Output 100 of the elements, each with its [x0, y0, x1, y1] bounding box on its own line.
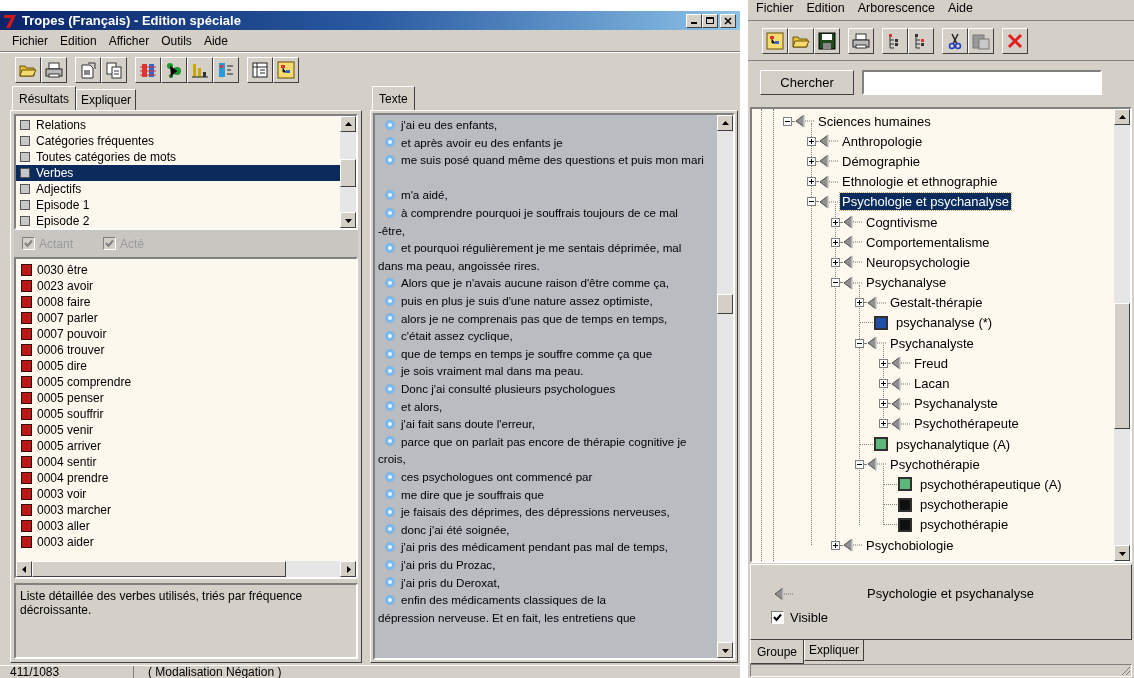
scroll-thumb[interactable]	[32, 561, 286, 577]
collapse-icon[interactable]	[807, 197, 816, 207]
menu-item[interactable]: Edition	[806, 1, 845, 15]
menu-item[interactable]: Afficher	[108, 31, 150, 50]
graph-button[interactable]	[161, 56, 187, 83]
delete-button[interactable]	[1002, 27, 1028, 54]
minimize-button[interactable]	[686, 13, 702, 28]
scroll-up-button[interactable]	[340, 116, 356, 132]
list-item[interactable]: 0007 pouvoir	[37, 325, 107, 343]
scroll-thumb[interactable]	[340, 159, 356, 187]
tab[interactable]: Groupe	[750, 640, 805, 664]
close-button[interactable]	[720, 13, 736, 28]
tree-item[interactable]: Psychanalyste	[888, 334, 976, 352]
list-item[interactable]: 0005 arriver	[37, 437, 102, 455]
list-item[interactable]: 0005 souffrir	[37, 405, 104, 423]
tree-item[interactable]: Neuropsychologie	[864, 253, 973, 271]
list-item[interactable]: 0003 aider	[37, 533, 94, 551]
list-item[interactable]: 0008 faire	[37, 293, 91, 311]
list-item[interactable]: 0005 penser	[37, 389, 104, 407]
tree-item[interactable]: Psychobiologie	[864, 536, 956, 554]
list-item[interactable]: 0023 avoir	[37, 277, 94, 295]
menu-item[interactable]: Outils	[161, 31, 192, 50]
collapse-icon[interactable]	[855, 338, 864, 348]
list-item[interactable]: 0004 sentir	[37, 453, 97, 471]
tree-item[interactable]: Démographie	[840, 152, 923, 170]
maximize-button[interactable]	[702, 13, 718, 28]
chart-button[interactable]	[187, 56, 213, 83]
diagram-button[interactable]	[762, 27, 788, 54]
menu-item[interactable]: Edition	[60, 31, 97, 50]
scroll-up-button[interactable]	[717, 115, 733, 131]
diagram-button[interactable]	[273, 56, 299, 83]
tree-item[interactable]: psychotherapie	[918, 496, 1011, 514]
expand-icon[interactable]	[855, 298, 864, 308]
scrollbar[interactable]	[340, 116, 356, 228]
tree-item[interactable]: Gestalt-thérapie	[888, 294, 985, 312]
tree-item[interactable]: psychothérapeutique (A)	[918, 475, 1064, 493]
tab[interactable]: Expliquer	[76, 89, 137, 110]
tree-item[interactable]: Cogntivisme	[864, 213, 940, 231]
tree-item[interactable]: Psychothérapie	[888, 455, 982, 473]
expand-icon[interactable]	[879, 399, 888, 409]
open-button[interactable]	[15, 56, 41, 83]
expand-icon[interactable]	[831, 237, 840, 247]
scroll-down-button[interactable]	[1114, 545, 1130, 561]
expand-icon[interactable]	[831, 257, 840, 267]
scroll-thumb[interactable]	[1114, 303, 1130, 429]
scroll-left-button[interactable]	[16, 561, 32, 577]
save-button[interactable]	[814, 27, 840, 54]
tree-item[interactable]: Psychologie et psychanalyse	[840, 193, 1011, 211]
scroll-thumb[interactable]	[717, 294, 733, 314]
tree-item[interactable]: Psychothérapeute	[912, 415, 1021, 433]
list-item[interactable]: 0005 dire	[37, 357, 88, 375]
menu-item[interactable]: Fichier	[756, 1, 794, 15]
print-button[interactable]	[848, 27, 874, 54]
expand-icon[interactable]	[879, 419, 888, 429]
collapse-icon[interactable]	[783, 116, 792, 126]
menu-item[interactable]: Arborescence	[857, 1, 935, 15]
tab[interactable]: Expliquer	[804, 640, 865, 661]
list-item[interactable]: Verbes	[16, 165, 340, 181]
menu-item[interactable]: Aide	[203, 31, 228, 50]
collapse-icon[interactable]	[831, 278, 840, 288]
checkbox[interactable]	[771, 610, 784, 624]
search-field[interactable]	[862, 70, 1102, 95]
tree-item[interactable]: psychanalytique (A)	[894, 435, 1013, 453]
cut-button[interactable]	[942, 27, 968, 54]
menu-item[interactable]: Aide	[947, 1, 973, 15]
tab[interactable]: Résultats	[12, 86, 77, 110]
menu-item[interactable]: Fichier	[12, 31, 48, 50]
list-item[interactable]: 0005 venir	[37, 421, 94, 439]
tree-item[interactable]: Psychanalyse	[864, 274, 949, 292]
list-item[interactable]: 0006 trouver	[37, 341, 105, 359]
list-button[interactable]	[213, 56, 239, 83]
tab[interactable]: Texte	[372, 86, 415, 110]
list-item[interactable]: 0007 parler	[37, 309, 98, 327]
scrollbar[interactable]	[1114, 109, 1130, 561]
columns-button[interactable]	[135, 56, 161, 83]
scroll-down-button[interactable]	[717, 642, 733, 658]
list-item[interactable]: 0030 être	[37, 261, 88, 279]
tree-item[interactable]: Ethnologie et ethnographie	[840, 173, 1000, 191]
list-item[interactable]: Adjectifs	[16, 181, 340, 197]
list-item[interactable]: Episode 1	[16, 197, 340, 213]
table-button[interactable]	[247, 56, 273, 83]
scroll-right-button[interactable]	[340, 561, 356, 577]
expand-icon[interactable]	[831, 540, 840, 550]
properties-button[interactable]	[75, 56, 101, 83]
tree-item[interactable]: Freud	[912, 354, 950, 372]
tree-item[interactable]: Sciences humaines	[816, 112, 933, 130]
paste-button[interactable]	[968, 27, 994, 54]
verb-list[interactable]	[14, 257, 358, 579]
expand-icon[interactable]	[807, 156, 816, 166]
tree-item[interactable]: Psychanalyste	[912, 395, 1000, 413]
tree-item[interactable]: psychothérapie	[918, 516, 1011, 534]
tree-button[interactable]	[882, 27, 908, 54]
tree-item[interactable]: Comportementalisme	[864, 233, 992, 251]
list-item[interactable]: 0003 aller	[37, 517, 90, 535]
expand-icon[interactable]	[807, 177, 816, 187]
scrollbar[interactable]	[16, 561, 356, 577]
scroll-down-button[interactable]	[340, 212, 356, 228]
tree-button[interactable]	[908, 27, 934, 54]
scrollbar[interactable]	[717, 115, 733, 658]
list-item[interactable]: 0005 comprendre	[37, 373, 132, 391]
